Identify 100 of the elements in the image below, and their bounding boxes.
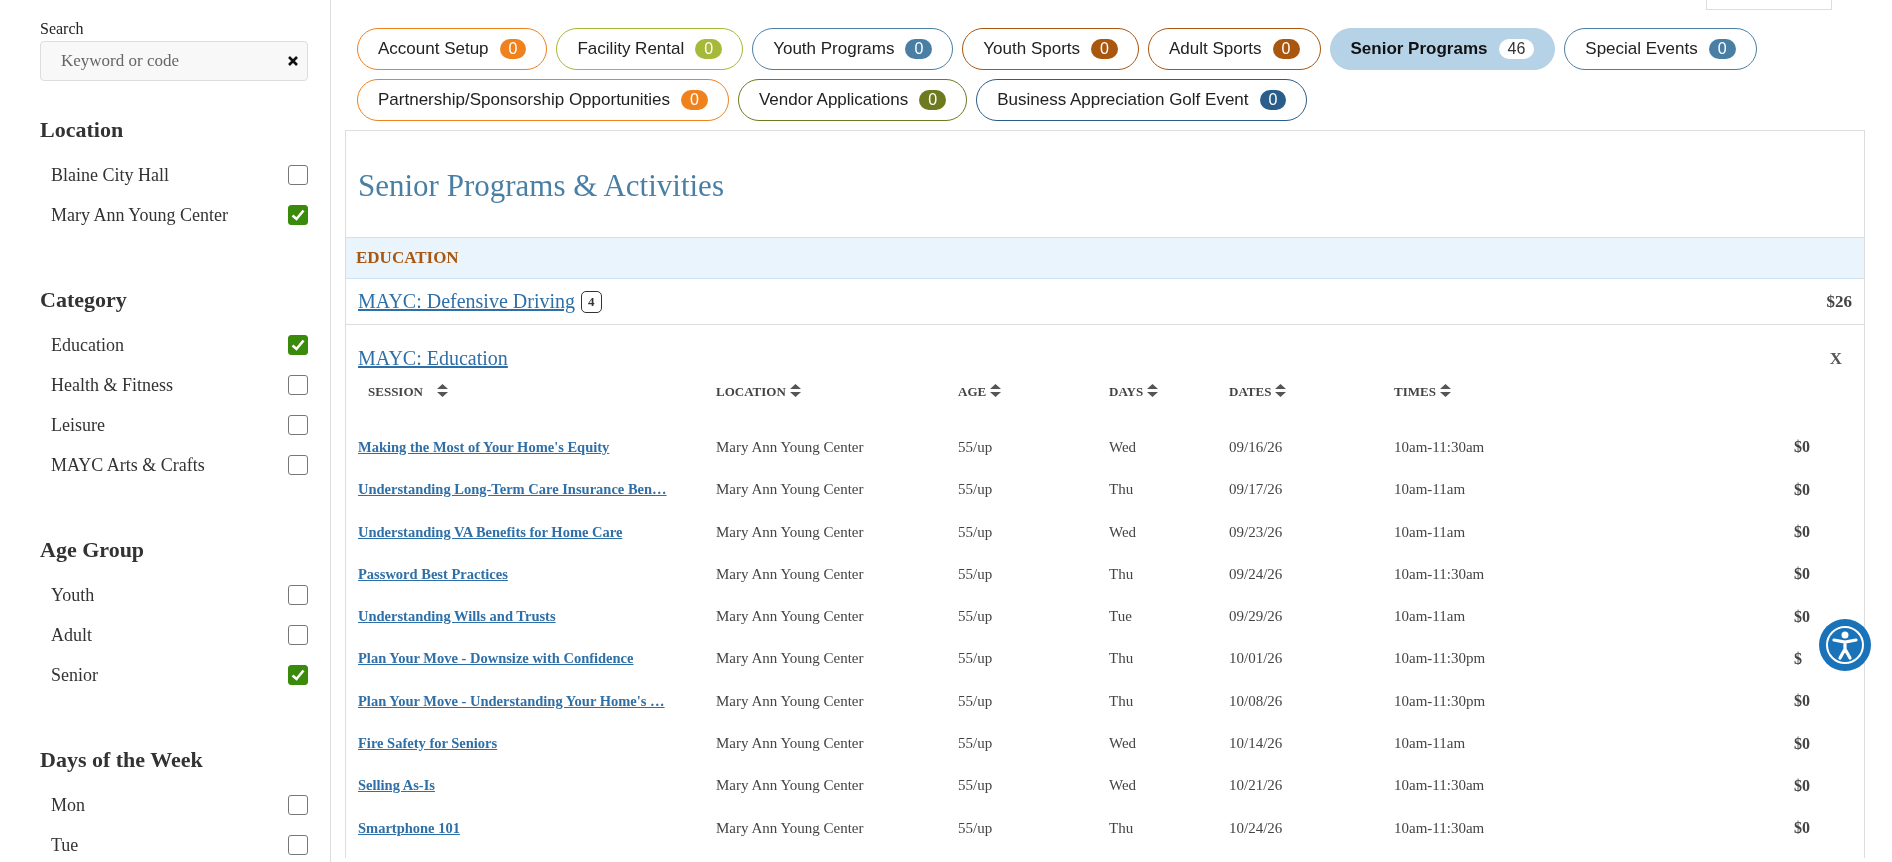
filter-option[interactable]: MAYC Arts & Crafts: [51, 454, 205, 476]
table-cell: Thu: [1109, 819, 1134, 837]
filter-option[interactable]: Education: [51, 334, 124, 356]
category-tab[interactable]: Youth Sports 0: [962, 28, 1139, 70]
filter-option[interactable]: Adult: [51, 624, 92, 646]
category-tab[interactable]: Partnership/Sponsorship Opportunities 0: [357, 79, 729, 121]
sort-icon[interactable]: [990, 384, 1002, 397]
table-cell: 55/up: [958, 608, 993, 626]
filter-option[interactable]: Leisure: [51, 414, 105, 436]
table-cell: 10/14/26: [1229, 735, 1283, 752]
sort-icon[interactable]: [1147, 384, 1159, 397]
category-tab[interactable]: Business Appreciation Golf Event 0: [976, 79, 1308, 121]
table-cell: 10am-11am: [1394, 608, 1466, 626]
checkbox[interactable]: [288, 585, 308, 605]
session-link[interactable]: Understanding VA Benefits for Home Care: [358, 523, 623, 541]
count-badge: 0: [1272, 39, 1300, 59]
table-cell: 10am-11:30pm: [1394, 692, 1486, 710]
filter-option[interactable]: Blaine City Hall: [51, 164, 169, 186]
session-link[interactable]: Selling As-Is: [358, 777, 435, 795]
filter-option[interactable]: Mary Ann Young Center: [51, 204, 228, 226]
close-button[interactable]: X: [1829, 348, 1842, 369]
filter-option[interactable]: Health & Fitness: [51, 374, 173, 396]
checkbox[interactable]: [288, 455, 308, 475]
category-tab[interactable]: Youth Programs 0: [752, 28, 954, 70]
table-cell: 55/up: [958, 735, 993, 752]
table-cell: 09/24/26: [1229, 565, 1283, 583]
session-price: $0: [1794, 523, 1810, 542]
table-cell: Mary Ann Young Center: [716, 819, 864, 837]
session-link[interactable]: Smartphone 101: [358, 819, 460, 837]
checkbox[interactable]: [288, 625, 308, 645]
session-price: $0: [1794, 438, 1810, 457]
filter-option[interactable]: Senior: [51, 664, 98, 686]
table-cell: 55/up: [958, 650, 993, 668]
category-tab[interactable]: Special Events 0: [1564, 28, 1757, 70]
filter-option[interactable]: Tue: [51, 834, 79, 856]
category-tab[interactable]: Facility Rental 0: [556, 28, 744, 70]
program-link[interactable]: MAYC: Education: [358, 347, 508, 370]
table-cell: Mary Ann Young Center: [716, 523, 864, 541]
session-price: $0: [1794, 480, 1810, 499]
table-cell: Thu: [1109, 481, 1134, 499]
tab-label: Account Setup: [378, 39, 489, 59]
session-price: $: [1794, 649, 1802, 668]
table-cell: 10am-11:30am: [1394, 438, 1485, 456]
tab-label: Special Events: [1585, 39, 1698, 59]
column-header[interactable]: AGE: [958, 384, 987, 400]
table-cell: 09/17/26: [1229, 481, 1283, 499]
filter-option[interactable]: Youth: [51, 584, 95, 606]
session-price: $0: [1794, 692, 1810, 711]
sort-icon[interactable]: [1439, 384, 1451, 397]
category-tab[interactable]: Senior Programs 46: [1329, 28, 1556, 70]
checkbox[interactable]: [288, 375, 308, 395]
table-cell: Wed: [1109, 523, 1137, 541]
table-cell: Thu: [1109, 565, 1134, 583]
session-link[interactable]: Plan Your Move - Downsize with Confidence: [358, 650, 634, 668]
category-tab[interactable]: Account Setup 0: [357, 28, 548, 70]
table-cell: Wed: [1109, 438, 1137, 456]
tab-label: Facility Rental: [577, 39, 685, 59]
count-badge: 0: [499, 39, 527, 59]
checkbox[interactable]: [288, 835, 308, 855]
sort-icon[interactable]: [1275, 384, 1287, 397]
table-cell: Mary Ann Young Center: [716, 565, 864, 583]
category-tab[interactable]: Vendor Applications 0: [737, 79, 968, 121]
column-header[interactable]: SESSION: [368, 384, 423, 400]
checkbox[interactable]: [288, 165, 308, 185]
count-badge: 4: [581, 290, 602, 313]
filter-option[interactable]: Mon: [51, 794, 85, 816]
column-header[interactable]: DAYS: [1109, 384, 1144, 400]
session-link[interactable]: Understanding Long-Term Care Insurance Ben…: [358, 481, 667, 499]
checkbox[interactable]: [288, 665, 308, 685]
table-cell: 10am-11:30am: [1394, 819, 1485, 837]
checkbox[interactable]: [288, 795, 308, 815]
table-cell: 10am-11am: [1394, 523, 1466, 541]
search-field[interactable]: Keyword or code: [40, 41, 308, 81]
accessibility-button[interactable]: [1819, 619, 1871, 671]
table-cell: 10am-11:30am: [1394, 565, 1485, 583]
checkbox[interactable]: [288, 335, 308, 355]
column-header[interactable]: TIMES: [1394, 384, 1436, 400]
table-cell: 10am-11:30pm: [1394, 650, 1486, 668]
column-header[interactable]: DATES: [1229, 384, 1272, 400]
category-tab[interactable]: Adult Sports 0: [1148, 28, 1321, 70]
session-link[interactable]: Making the Most of Your Home's Equity: [358, 438, 610, 456]
count-badge: 0: [1708, 39, 1736, 59]
tab-label: Partnership/Sponsorship Opportunities: [378, 90, 670, 110]
session-link[interactable]: Fire Safety for Seniors: [358, 735, 498, 752]
checkbox[interactable]: [288, 205, 308, 225]
sort-icon[interactable]: [789, 384, 801, 397]
program-link[interactable]: MAYC: Defensive Driving: [358, 290, 576, 313]
table-cell: Mary Ann Young Center: [716, 692, 864, 710]
session-link[interactable]: Password Best Practices: [358, 565, 508, 583]
table-cell: 55/up: [958, 438, 993, 456]
sort-icon[interactable]: [436, 384, 448, 397]
table-cell: Mary Ann Young Center: [716, 735, 864, 752]
column-header[interactable]: LOCATION: [716, 384, 786, 400]
clear-icon[interactable]: [288, 56, 298, 66]
count-badge: 0: [919, 90, 947, 110]
checkbox[interactable]: [288, 415, 308, 435]
session-link[interactable]: Understanding Wills and Trusts: [358, 608, 556, 626]
session-link[interactable]: Plan Your Move - Understanding Your Home's …: [358, 692, 665, 710]
table-cell: 55/up: [958, 565, 993, 583]
tab-label: Youth Programs: [773, 39, 895, 59]
